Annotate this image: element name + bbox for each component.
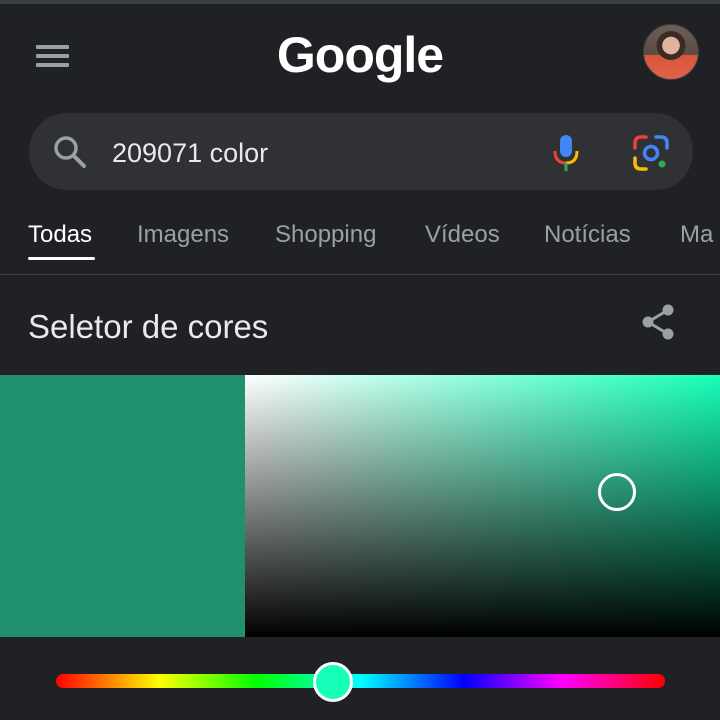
tab-imagens[interactable]: Imagens (137, 219, 229, 251)
tab-maps[interactable]: Ma (680, 219, 713, 251)
saturation-value-area[interactable] (245, 375, 720, 637)
google-logo[interactable]: Google (0, 25, 720, 85)
selected-color-swatch (0, 375, 245, 637)
search-icon[interactable] (52, 134, 88, 170)
mic-icon[interactable] (551, 133, 581, 173)
google-search-page: Google Todas Imagens Shopping Vídeos Not… (0, 0, 720, 720)
search-tabs: Todas Imagens Shopping Vídeos Notícias M… (0, 215, 720, 275)
color-picker-title: Seletor de cores (28, 308, 269, 345)
active-tab-indicator (28, 257, 95, 260)
tabs-divider (0, 274, 720, 275)
share-icon[interactable] (638, 302, 678, 342)
saturation-value-handle[interactable] (598, 473, 636, 511)
hue-slider-handle[interactable] (313, 662, 353, 702)
lens-icon[interactable] (632, 134, 670, 172)
tab-noticias[interactable]: Notícias (544, 219, 631, 251)
hue-slider[interactable] (56, 674, 665, 688)
top-border (0, 0, 720, 4)
tab-todas[interactable]: Todas (28, 219, 92, 251)
avatar[interactable] (643, 24, 699, 80)
tab-shopping[interactable]: Shopping (275, 219, 376, 251)
tab-videos[interactable]: Vídeos (425, 219, 500, 251)
search-input[interactable] (112, 133, 512, 173)
